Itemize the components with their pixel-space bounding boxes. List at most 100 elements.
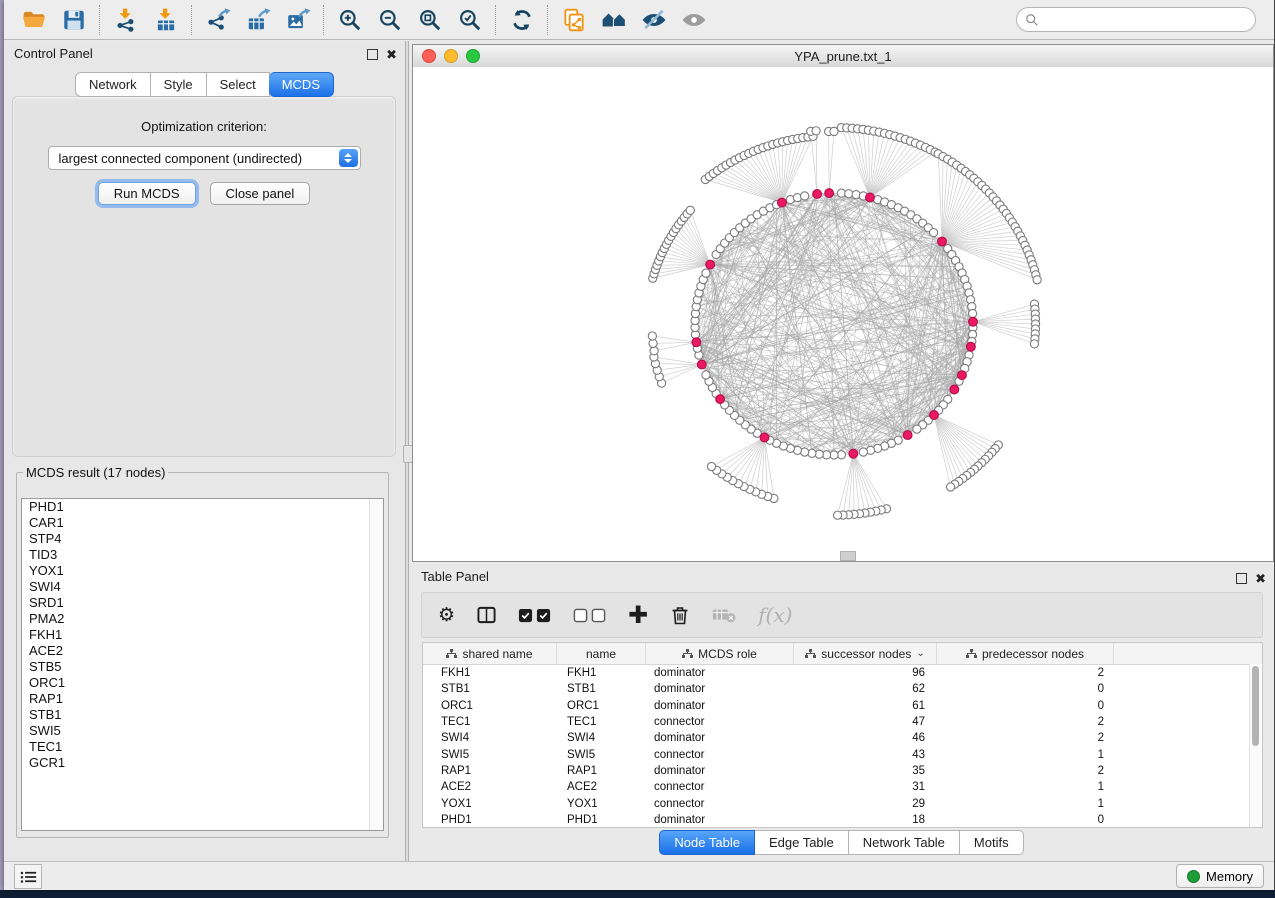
column-header-mcds-role[interactable]: MCDS role xyxy=(646,643,794,664)
network-node[interactable] xyxy=(702,371,710,379)
network-node-selected[interactable] xyxy=(966,342,975,351)
network-node-selected[interactable] xyxy=(692,338,701,347)
close-panel-button[interactable]: Close panel xyxy=(210,182,311,205)
network-window-titlebar[interactable]: YPA_prune.txt_1 xyxy=(413,45,1273,68)
network-node[interactable] xyxy=(702,269,710,277)
export-table-icon[interactable] xyxy=(238,3,278,37)
network-node-selected[interactable] xyxy=(697,360,706,369)
table-row[interactable]: SWI5SWI5connector431 xyxy=(423,746,1262,762)
table-row[interactable]: FKH1FKH1dominator962 xyxy=(423,665,1262,681)
table-row[interactable]: RAP1RAP1dominator352 xyxy=(423,763,1262,779)
table-row[interactable]: ACE2ACE2connector311 xyxy=(423,779,1262,795)
tab-network-table[interactable]: Network Table xyxy=(849,830,960,855)
mcds-list-scrollbar[interactable] xyxy=(369,499,383,830)
refresh-view-icon[interactable] xyxy=(502,3,542,37)
network-node-selected[interactable] xyxy=(825,189,834,198)
open-file-icon[interactable] xyxy=(14,3,54,37)
network-node-selected[interactable] xyxy=(778,198,787,207)
network-node-selected[interactable] xyxy=(849,449,858,458)
network-node-selected[interactable] xyxy=(903,431,912,440)
network-node[interactable] xyxy=(968,309,976,317)
memory-button[interactable]: Memory xyxy=(1176,864,1264,888)
table-row[interactable]: PHD1PHD1dominator180 xyxy=(423,812,1262,828)
network-node-selected[interactable] xyxy=(706,260,715,269)
network-node[interactable] xyxy=(859,448,867,456)
network-node[interactable] xyxy=(833,511,841,519)
deselect-all-icon[interactable] xyxy=(573,608,606,623)
import-table-icon[interactable] xyxy=(146,3,186,37)
run-mcds-button[interactable]: Run MCDS xyxy=(98,182,196,205)
zoom-in-icon[interactable] xyxy=(330,3,370,37)
network-node[interactable] xyxy=(1030,340,1038,348)
mcds-result-item[interactable]: RAP1 xyxy=(22,691,383,707)
table-settings-icon[interactable]: ⚙ xyxy=(438,604,455,627)
mcds-result-item[interactable]: ORC1 xyxy=(22,675,383,691)
duplicate-network-icon[interactable] xyxy=(554,3,594,37)
tab-style[interactable]: Style xyxy=(151,72,207,97)
mcds-result-item[interactable]: TID3 xyxy=(22,547,383,563)
tab-network[interactable]: Network xyxy=(75,72,151,97)
mcds-result-item[interactable]: YOX1 xyxy=(22,563,383,579)
mcds-result-item[interactable]: PMA2 xyxy=(22,611,383,627)
network-node[interactable] xyxy=(946,483,954,491)
table-row[interactable]: YOX1YOX1connector291 xyxy=(423,795,1262,811)
network-node[interactable] xyxy=(1033,276,1041,284)
mcds-result-item[interactable]: SRD1 xyxy=(22,595,383,611)
hide-selected-icon[interactable] xyxy=(634,3,674,37)
zoom-fit-icon[interactable] xyxy=(410,3,450,37)
mcds-result-item[interactable]: GCR1 xyxy=(22,755,383,771)
tab-edge-table[interactable]: Edge Table xyxy=(755,830,849,855)
network-node[interactable] xyxy=(812,127,820,135)
network-canvas[interactable] xyxy=(413,67,1273,561)
table-row[interactable]: STB1STB1dominator620 xyxy=(423,681,1262,697)
mcds-result-item[interactable]: STB1 xyxy=(22,707,383,723)
export-network-icon[interactable] xyxy=(198,3,238,37)
mcds-result-item[interactable]: SWI5 xyxy=(22,723,383,739)
column-header-predecessor-nodes[interactable]: predecessor nodes xyxy=(937,643,1114,664)
network-node-selected[interactable] xyxy=(866,193,875,202)
network-node-selected[interactable] xyxy=(958,371,967,380)
network-node[interactable] xyxy=(686,206,694,214)
mcds-result-list[interactable]: PHD1CAR1STP4TID3YOX1SWI4SRD1PMA2FKH1ACE2… xyxy=(21,498,384,831)
tab-motifs[interactable]: Motifs xyxy=(960,830,1024,855)
network-node[interactable] xyxy=(801,192,809,200)
table-scrollbar-thumb[interactable] xyxy=(1252,666,1259,746)
import-network-icon[interactable] xyxy=(106,3,146,37)
network-node[interactable] xyxy=(929,229,937,237)
mcds-result-item[interactable]: CAR1 xyxy=(22,515,383,531)
table-scrollbar[interactable] xyxy=(1249,664,1262,827)
mcds-result-item[interactable]: FKH1 xyxy=(22,627,383,643)
delete-column-icon[interactable] xyxy=(670,604,690,626)
table-panel-float-icon[interactable] xyxy=(1236,573,1247,584)
zoom-out-icon[interactable] xyxy=(370,3,410,37)
column-header-successor-nodes[interactable]: successor nodes⌄ xyxy=(794,643,937,664)
mcds-result-item[interactable]: TEC1 xyxy=(22,739,383,755)
tab-mcds[interactable]: MCDS xyxy=(269,72,334,97)
task-history-button[interactable] xyxy=(14,864,42,889)
column-header-shared-name[interactable]: shared name xyxy=(423,643,557,664)
control-panel-float-icon[interactable] xyxy=(367,49,378,60)
add-column-icon[interactable]: ✚ xyxy=(628,601,648,630)
toggle-panels-icon[interactable] xyxy=(477,606,496,624)
zoom-selected-icon[interactable] xyxy=(450,3,490,37)
table-row[interactable]: SWI4SWI4dominator462 xyxy=(423,730,1262,746)
horizontal-splitter-handle[interactable] xyxy=(840,551,856,561)
network-node-selected[interactable] xyxy=(716,395,725,404)
optimization-criterion-select[interactable]: largest connected component (undirected) xyxy=(48,146,361,170)
mcds-result-item[interactable]: STB5 xyxy=(22,659,383,675)
mcds-result-item[interactable]: ACE2 xyxy=(22,643,383,659)
mcds-result-item[interactable]: STP4 xyxy=(22,531,383,547)
select-all-icon[interactable] xyxy=(518,608,551,623)
network-node-selected[interactable] xyxy=(969,317,978,326)
network-node[interactable] xyxy=(913,425,921,433)
first-neighbors-icon[interactable] xyxy=(594,3,634,37)
table-panel-close-icon[interactable]: ✖ xyxy=(1255,572,1266,585)
network-node-selected[interactable] xyxy=(938,237,947,246)
network-node-selected[interactable] xyxy=(760,433,769,442)
control-panel-close-icon[interactable]: ✖ xyxy=(386,48,397,61)
network-node[interactable] xyxy=(648,332,656,340)
network-node[interactable] xyxy=(707,462,715,470)
network-node[interactable] xyxy=(650,347,658,355)
table-row[interactable]: ORC1ORC1dominator610 xyxy=(423,698,1262,714)
export-image-icon[interactable] xyxy=(278,3,318,37)
